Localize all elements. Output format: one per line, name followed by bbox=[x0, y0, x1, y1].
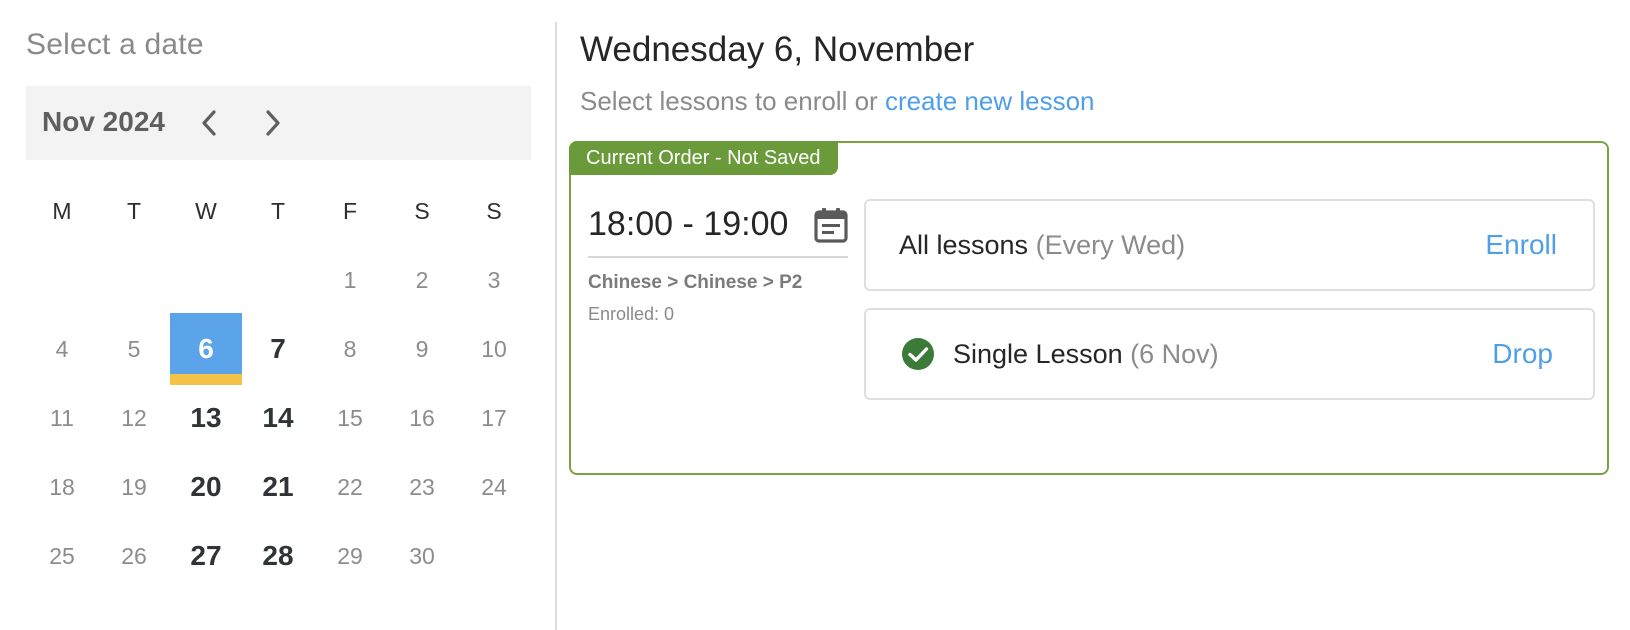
calendar-week-row: 123 bbox=[26, 244, 531, 316]
calendar-week-row: 4 5 6 7 8 9 10 bbox=[26, 313, 531, 385]
calendar-day[interactable]: 26 bbox=[98, 520, 170, 592]
weekday-label: W bbox=[195, 197, 217, 224]
calendar-day[interactable]: 6 bbox=[170, 313, 242, 385]
instructions-text: Select lessons to enroll or create new l… bbox=[580, 86, 1095, 117]
calendar-week-row: 18 19 20 21 22 23 24 bbox=[26, 451, 531, 523]
chevron-left-icon bbox=[202, 110, 216, 136]
calendar-day[interactable]: 20 bbox=[170, 451, 242, 523]
calendar-empty-cell bbox=[170, 244, 242, 316]
calendar-day[interactable]: 18 bbox=[26, 451, 98, 523]
calendar-day[interactable]: 28 bbox=[242, 520, 314, 592]
lesson-panel: Wednesday 6, November Select lessons to … bbox=[557, 0, 1630, 630]
calendar-day[interactable]: 9 bbox=[386, 313, 458, 385]
lesson-time: 18:00 - 19:00 bbox=[588, 205, 789, 243]
calendar-day[interactable]: 10 bbox=[458, 313, 530, 385]
selected-date-heading: Wednesday 6, November bbox=[580, 30, 975, 69]
calendar-day[interactable]: 25 bbox=[26, 520, 98, 592]
lesson-info: 18:00 - 19:00 Chinese > Chinese > P2 Enr… bbox=[588, 205, 848, 325]
calendar-day[interactable]: 30 bbox=[386, 520, 458, 592]
single-lesson-title: Single Lesson bbox=[953, 338, 1123, 369]
all-lessons-label: All lessons (Every Wed) bbox=[899, 230, 1185, 261]
calendar-day[interactable]: 5 bbox=[98, 313, 170, 385]
calendar-day[interactable]: 17 bbox=[458, 382, 530, 454]
calendar-empty-cell bbox=[26, 244, 98, 316]
weekday-label: T bbox=[270, 197, 286, 224]
single-lesson-card: Single Lesson (6 Nov) Drop bbox=[864, 308, 1595, 400]
single-lesson-label: Single Lesson (6 Nov) bbox=[953, 339, 1219, 370]
calendar-week-row: 11 12 13 14 15 16 17 bbox=[26, 382, 531, 454]
next-month-button[interactable] bbox=[256, 106, 290, 140]
create-new-lesson-link[interactable]: create new lesson bbox=[885, 86, 1095, 116]
calendar-day[interactable]: 3 bbox=[458, 244, 530, 316]
single-lesson-detail: (6 Nov) bbox=[1130, 338, 1219, 369]
calendar-day[interactable]: 1 bbox=[314, 244, 386, 316]
check-circle-icon bbox=[902, 338, 934, 370]
month-navigation: Nov 2024 bbox=[26, 86, 531, 160]
weekday-label: F bbox=[342, 197, 358, 224]
calendar-day[interactable]: 24 bbox=[458, 451, 530, 523]
calendar-day[interactable]: 23 bbox=[386, 451, 458, 523]
lesson-time-row: 18:00 - 19:00 bbox=[588, 205, 848, 258]
calendar-day[interactable]: 16 bbox=[386, 382, 458, 454]
calendar-day[interactable]: 2 bbox=[386, 244, 458, 316]
enroll-button[interactable]: Enroll bbox=[1485, 229, 1557, 261]
calendar-empty-cell bbox=[458, 520, 530, 592]
date-picker-title: Select a date bbox=[26, 28, 204, 61]
calendar-day[interactable]: 14 bbox=[242, 382, 314, 454]
lesson-path: Chinese > Chinese > P2 bbox=[588, 272, 803, 293]
calendar-week-row: 25 26 27 28 29 30 bbox=[26, 520, 531, 592]
current-order-box: Current Order - Not Saved 18:00 - 19:00 … bbox=[569, 141, 1609, 475]
all-lessons-card: All lessons (Every Wed) Enroll bbox=[864, 199, 1595, 291]
calendar-day[interactable]: 19 bbox=[98, 451, 170, 523]
calendar-day[interactable]: 11 bbox=[26, 382, 98, 454]
all-lessons-title: All lessons bbox=[899, 229, 1029, 260]
instructions-prefix: Select lessons to enroll or bbox=[580, 86, 885, 116]
calendar-day[interactable]: 29 bbox=[314, 520, 386, 592]
calendar-day[interactable]: 12 bbox=[98, 382, 170, 454]
calendar-day[interactable]: 7 bbox=[242, 313, 314, 385]
calendar-day[interactable]: 13 bbox=[170, 382, 242, 454]
previous-month-button[interactable] bbox=[192, 106, 226, 140]
calendar-empty-cell bbox=[98, 244, 170, 316]
calendar-day[interactable]: 8 bbox=[314, 313, 386, 385]
calendar-empty-cell bbox=[242, 244, 314, 316]
date-picker: Select a date Nov 2024 M T W T F S S 12 bbox=[0, 0, 555, 630]
month-label: Nov 2024 bbox=[42, 106, 165, 137]
calendar-day[interactable]: 4 bbox=[26, 313, 98, 385]
all-lessons-detail: (Every Wed) bbox=[1035, 229, 1186, 260]
weekday-label: S bbox=[486, 197, 502, 224]
calendar-day[interactable]: 15 bbox=[314, 382, 386, 454]
weekday-header: M T W T F S S bbox=[26, 175, 531, 247]
calendar-day[interactable]: 27 bbox=[170, 520, 242, 592]
weekday-label: M bbox=[52, 197, 72, 224]
calendar-day[interactable]: 22 bbox=[314, 451, 386, 523]
weekday-label: T bbox=[126, 197, 142, 224]
enrolled-count: Enrolled: 0 bbox=[588, 304, 675, 324]
drop-button[interactable]: Drop bbox=[1492, 338, 1553, 370]
calendar-icon[interactable] bbox=[814, 207, 848, 243]
order-status-tag: Current Order - Not Saved bbox=[569, 141, 838, 175]
lesson-enrollment-screen: Select a date Nov 2024 M T W T F S S 12 bbox=[0, 0, 1630, 630]
calendar-day[interactable]: 21 bbox=[242, 451, 314, 523]
chevron-right-icon bbox=[266, 110, 280, 136]
weekday-label: S bbox=[414, 197, 430, 224]
